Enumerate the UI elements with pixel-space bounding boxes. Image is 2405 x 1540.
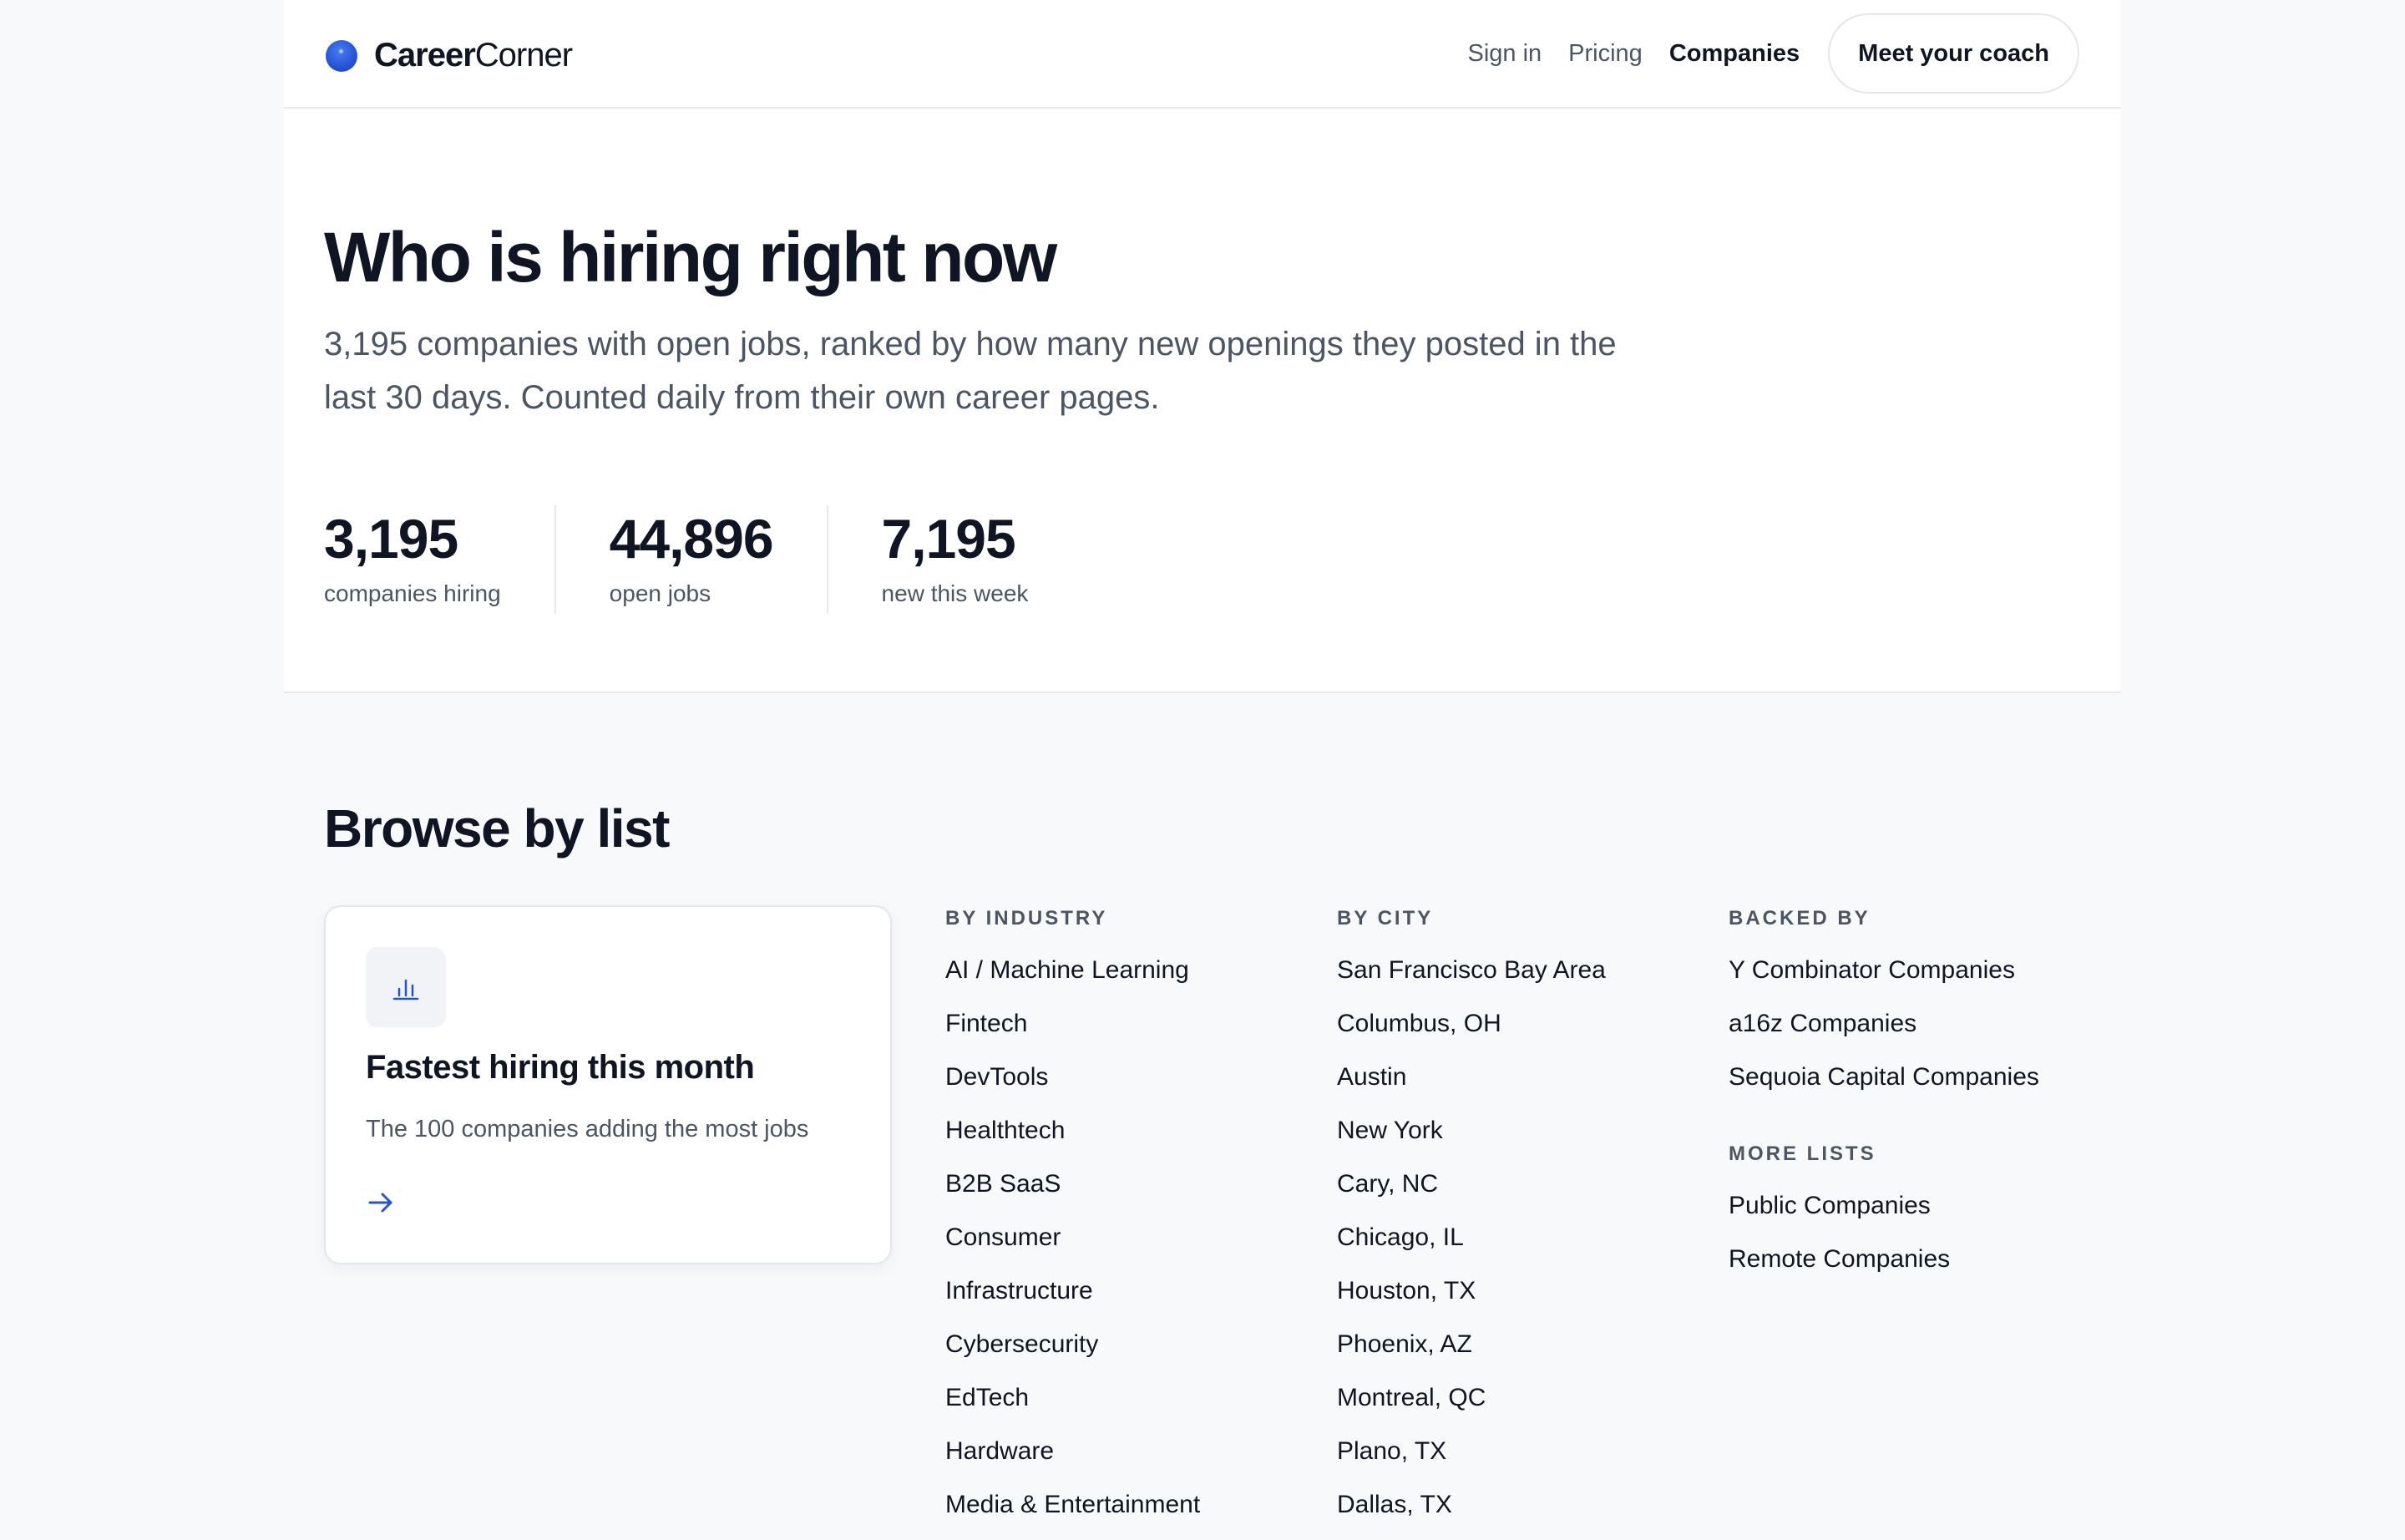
stat-open-jobs: 44,896 open jobs bbox=[556, 505, 828, 614]
nav-sign-in[interactable]: Sign in bbox=[1468, 40, 1542, 68]
stat-label: open jobs bbox=[609, 580, 711, 606]
city-list: San Francisco Bay Area Columbus, OH Aust… bbox=[1337, 952, 1606, 1540]
by-city-heading: BY CITY bbox=[1337, 907, 1434, 930]
logo-dot-icon bbox=[326, 39, 357, 72]
brand-name-bold: Career bbox=[374, 37, 476, 73]
nav-companies[interactable]: Companies bbox=[1669, 40, 1800, 68]
bar-chart-icon bbox=[366, 947, 446, 1027]
city-link[interactable]: Phoenix, AZ bbox=[1337, 1326, 1606, 1380]
browse-section-title: Browse by list bbox=[324, 798, 670, 859]
city-link[interactable]: New York bbox=[1337, 1112, 1606, 1166]
backed-by-list: Y Combinator Companies a16z Companies Se… bbox=[1729, 952, 2039, 1112]
hero-section: Who is hiring right now 3,195 companies … bbox=[284, 109, 2121, 693]
city-link[interactable]: Columbus, OH bbox=[1337, 1006, 1606, 1059]
brand-logo[interactable]: CareerCorner bbox=[326, 37, 573, 74]
industry-link[interactable]: Media & Entertainment bbox=[945, 1487, 1200, 1540]
stats-row: 3,195 companies hiring 44,896 open jobs … bbox=[324, 505, 1081, 614]
stat-label: companies hiring bbox=[324, 580, 501, 606]
more-lists-heading: MORE LISTS bbox=[1729, 1142, 1876, 1165]
backed-by-column: BACKED BY Y Combinator Companies a16z Co… bbox=[1729, 902, 2039, 1294]
brand-name: CareerCorner bbox=[374, 37, 573, 74]
city-link[interactable]: Chicago, IL bbox=[1337, 1219, 1606, 1273]
arrow-right-icon[interactable] bbox=[366, 1188, 396, 1222]
featured-card-description: The 100 companies adding the most jobs bbox=[366, 1116, 809, 1142]
city-link[interactable]: Houston, TX bbox=[1337, 1273, 1606, 1326]
industry-link[interactable]: Hardware bbox=[945, 1433, 1200, 1487]
meet-coach-button[interactable]: Meet your coach bbox=[1828, 13, 2079, 94]
city-link[interactable]: Austin bbox=[1337, 1059, 1606, 1112]
industry-link[interactable]: Infrastructure bbox=[945, 1273, 1200, 1326]
industry-link[interactable]: DevTools bbox=[945, 1059, 1200, 1112]
brand-name-regular: Corner bbox=[474, 37, 573, 73]
stat-companies-hiring: 3,195 companies hiring bbox=[324, 505, 556, 614]
page-subtitle: 3,195 companies with open jobs, ranked b… bbox=[324, 326, 1617, 416]
more-list-link[interactable]: Public Companies bbox=[1729, 1188, 2039, 1241]
city-link[interactable]: Montreal, QC bbox=[1337, 1380, 1606, 1433]
investor-link[interactable]: Y Combinator Companies bbox=[1729, 952, 2039, 1006]
top-nav-bar: CareerCorner Sign in Pricing Companies M… bbox=[284, 0, 2121, 109]
nav-pricing[interactable]: Pricing bbox=[1568, 40, 1643, 68]
city-link[interactable]: Plano, TX bbox=[1337, 1433, 1606, 1487]
featured-card-title: Fastest hiring this month bbox=[366, 1049, 755, 1086]
page-title: Who is hiring right now bbox=[324, 218, 1057, 296]
industry-link[interactable]: AI / Machine Learning bbox=[945, 952, 1200, 1006]
main-nav: Sign in Pricing Companies Meet your coac… bbox=[1441, 13, 2079, 94]
by-city-column: BY CITY San Francisco Bay Area Columbus,… bbox=[1337, 902, 1606, 1540]
investor-link[interactable]: Sequoia Capital Companies bbox=[1729, 1059, 2039, 1112]
stat-label: new this week bbox=[881, 580, 1029, 606]
industry-link[interactable]: Cybersecurity bbox=[945, 1326, 1200, 1380]
industry-link[interactable]: Fintech bbox=[945, 1006, 1200, 1059]
backed-by-heading: BACKED BY bbox=[1729, 907, 1871, 930]
stat-value: 3,195 bbox=[324, 508, 458, 570]
stat-value: 7,195 bbox=[881, 508, 1016, 570]
industry-link[interactable]: Healthtech bbox=[945, 1112, 1200, 1166]
industry-link[interactable]: Consumer bbox=[945, 1219, 1200, 1273]
by-industry-column: BY INDUSTRY AI / Machine Learning Fintec… bbox=[945, 902, 1200, 1540]
more-list-link[interactable]: Remote Companies bbox=[1729, 1241, 2039, 1294]
city-link[interactable]: Dallas, TX bbox=[1337, 1487, 1606, 1540]
featured-list-card[interactable]: Fastest hiring this month The 100 compan… bbox=[324, 905, 892, 1264]
industry-link[interactable]: EdTech bbox=[945, 1380, 1200, 1433]
page: CareerCorner Sign in Pricing Companies M… bbox=[284, 0, 2121, 1518]
stat-new-this-week: 7,195 new this week bbox=[828, 505, 1082, 614]
investor-link[interactable]: a16z Companies bbox=[1729, 1006, 2039, 1059]
city-link[interactable]: San Francisco Bay Area bbox=[1337, 952, 1606, 1006]
stat-value: 44,896 bbox=[609, 508, 774, 570]
city-link[interactable]: Cary, NC bbox=[1337, 1166, 1606, 1219]
industry-link[interactable]: B2B SaaS bbox=[945, 1166, 1200, 1219]
industry-list: AI / Machine Learning Fintech DevTools H… bbox=[945, 952, 1200, 1540]
more-lists-list: Public Companies Remote Companies bbox=[1729, 1188, 2039, 1294]
by-industry-heading: BY INDUSTRY bbox=[945, 907, 1108, 930]
